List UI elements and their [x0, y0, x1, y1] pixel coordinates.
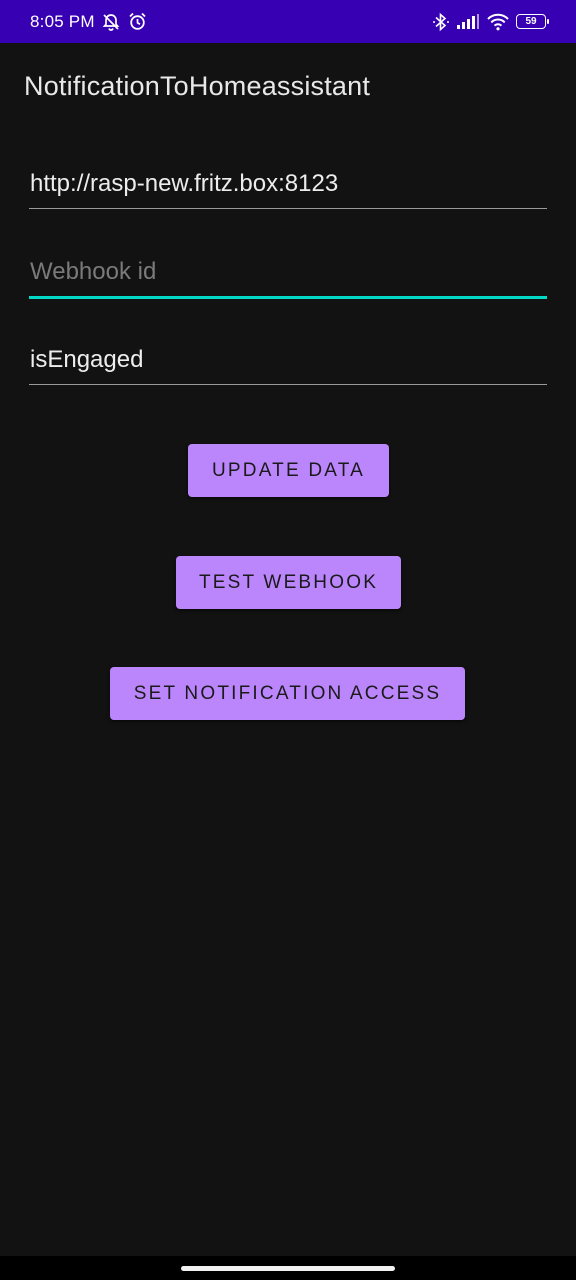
webhook-id-field[interactable] — [29, 258, 547, 299]
battery-icon: 59 — [516, 14, 549, 29]
home-gesture-handle[interactable] — [181, 1265, 395, 1271]
url-underline — [29, 208, 547, 209]
app-title: NotificationToHomeassistant — [24, 70, 371, 101]
muted-bell-icon — [101, 12, 121, 32]
url-input[interactable] — [29, 170, 547, 208]
status-underline — [29, 384, 547, 385]
webhook-id-underline — [29, 296, 547, 299]
status-left: 8:05 PM — [30, 11, 148, 32]
set-notification-access-button[interactable]: SET NOTIFICATION ACCESS — [110, 667, 465, 720]
status-input[interactable] — [29, 346, 547, 384]
wifi-icon — [486, 13, 510, 31]
test-webhook-button[interactable]: TEST WEBHOOK — [176, 556, 401, 609]
webhook-id-input[interactable] — [29, 258, 547, 296]
url-field[interactable] — [29, 170, 547, 209]
update-data-button[interactable]: UPDATE DATA — [188, 444, 389, 497]
navigation-bar — [0, 1256, 576, 1280]
app-bar: NotificationToHomeassistant — [0, 43, 576, 129]
battery-level: 59 — [525, 16, 537, 27]
bluetooth-icon — [432, 12, 450, 32]
status-bar: 8:05 PM 59 — [0, 0, 576, 43]
alarm-icon — [127, 11, 148, 32]
signal-icon — [456, 13, 480, 30]
status-time: 8:05 PM — [30, 11, 95, 31]
status-right: 59 — [432, 12, 549, 32]
status-field[interactable] — [29, 346, 547, 385]
